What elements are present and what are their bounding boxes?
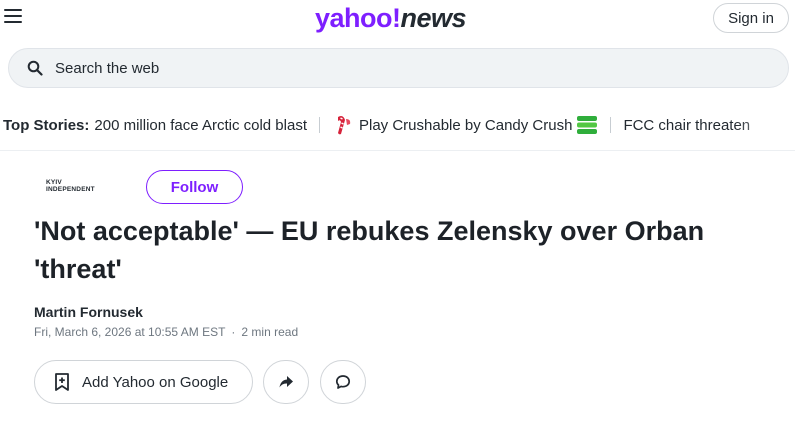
scroll-fade [735,108,795,142]
search-icon [27,60,43,76]
publisher-logo-line1: KYIV [46,179,62,186]
search-input[interactable] [55,59,655,77]
share-arrow-icon [279,376,293,388]
logo-yahoo: yahoo! [315,3,401,33]
share-button[interactable] [263,360,309,404]
sponsored-story-link[interactable]: Play Crushable by Candy Crush [332,114,598,136]
top-story-link[interactable]: 200 million face Arctic cold blast [94,117,307,134]
top-stories-bar: Top Stories: 200 million face Arctic col… [0,108,795,142]
comment-button[interactable] [320,360,366,404]
meta-separator: · [231,325,236,339]
logo-news: news [400,3,467,33]
crushable-icon [577,116,598,134]
section-divider [0,150,795,151]
sign-in-button[interactable]: Sign in [713,3,789,33]
add-yahoo-on-google-label: Add Yahoo on Google [82,373,229,391]
top-story-link[interactable]: FCC chair threaten [623,117,750,134]
follow-button[interactable]: Follow [146,170,243,204]
article-meta: Fri, March 6, 2026 at 10:55 AM EST · 2 min… [34,325,298,339]
top-header: yahoo!news Sign in [0,0,795,38]
read-time: 2 min read [241,325,299,339]
yahoo-news-logo[interactable]: yahoo!news [315,2,467,34]
article-headline: 'Not acceptable' — EU rebukes Zelensky o… [34,216,705,284]
candy-icon [338,116,351,135]
author-name[interactable]: Martin Fornusek [34,304,143,320]
add-bookmark-icon [55,373,69,391]
publisher-logo[interactable]: KYIV INDEPENDENT [46,179,118,195]
comment-bubble-icon [335,375,351,389]
sponsored-story-label: Play Crushable by Candy Crush [359,116,573,134]
publisher-logo-line2: INDEPENDENT [46,186,95,193]
hamburger-menu-icon[interactable] [4,9,22,25]
add-yahoo-on-google-button[interactable]: Add Yahoo on Google [34,360,253,404]
top-stories-label: Top Stories: [3,116,90,134]
publish-timestamp: Fri, March 6, 2026 at 10:55 AM EST [34,325,226,339]
divider [319,117,320,133]
divider [610,117,612,133]
search-bar[interactable] [8,48,789,88]
